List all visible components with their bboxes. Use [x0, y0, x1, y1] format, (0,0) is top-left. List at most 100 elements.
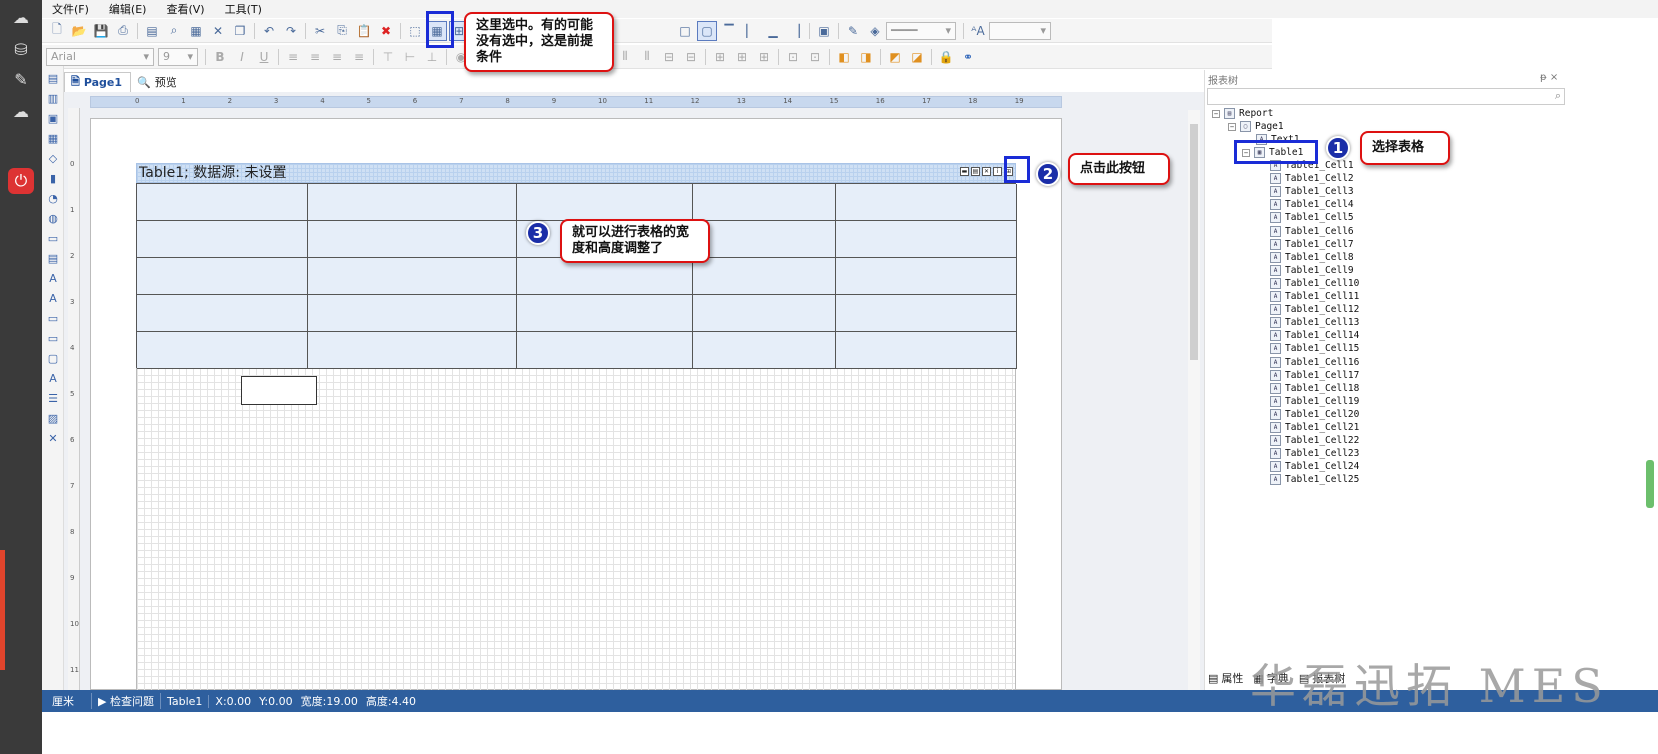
tree-node-report[interactable]: − ▤ Report	[1212, 107, 1273, 120]
cut-icon[interactable]: ✂	[311, 22, 329, 40]
tree-node-cell[interactable]: A Table1_Cell2	[1270, 172, 1354, 185]
undo-icon[interactable]: ↶	[260, 22, 278, 40]
table-cell[interactable]	[517, 184, 693, 221]
distribute-icon[interactable]: ⊟	[660, 48, 678, 66]
table-cell[interactable]	[308, 221, 517, 258]
tree-search-input[interactable]: ⌕	[1207, 88, 1565, 105]
table-cell[interactable]	[836, 258, 1017, 295]
border-top-icon[interactable]: ▔	[720, 22, 738, 40]
bold-icon[interactable]: B	[211, 48, 229, 66]
border-none-icon[interactable]: □	[676, 22, 694, 40]
valign-middle-icon[interactable]: ⊢	[401, 48, 419, 66]
table-cell[interactable]	[836, 332, 1017, 369]
tree-node-cell[interactable]: A Table1_Cell18	[1270, 382, 1359, 395]
open-folder-icon[interactable]: 📂	[70, 22, 88, 40]
table-info-icon[interactable]: i	[993, 167, 1002, 176]
tree-node-cell[interactable]: A Table1_Cell5	[1270, 211, 1354, 224]
tree-node-cell[interactable]: A Table1_Cell11	[1270, 290, 1359, 303]
table-cell[interactable]	[137, 221, 308, 258]
shape-icon[interactable]: ◇	[45, 150, 61, 166]
tree-node-cell[interactable]: A Table1_Cell22	[1270, 434, 1359, 447]
table-cell[interactable]	[308, 184, 517, 221]
cloud-gray-icon[interactable]: ☁	[8, 98, 34, 124]
border-bottom-icon[interactable]: ▁	[764, 22, 782, 40]
underline-icon[interactable]: U	[255, 48, 273, 66]
tree-node-cell[interactable]: A Table1_Cell9	[1270, 264, 1354, 277]
text-icon[interactable]: ▭	[45, 230, 61, 246]
band-icon[interactable]: ▤	[45, 70, 61, 86]
style-combo[interactable]: ▾	[989, 21, 1051, 40]
calendar-icon[interactable]: ▦	[187, 22, 205, 40]
justify-icon[interactable]: ≡	[350, 48, 368, 66]
text-a-icon[interactable]: A	[45, 270, 61, 286]
map-icon[interactable]: ◍	[45, 210, 61, 226]
paste-icon[interactable]: 📋	[355, 22, 373, 40]
send-back-icon[interactable]: ◨	[857, 48, 875, 66]
power-icon[interactable]: ⏻	[8, 168, 34, 194]
fill-color-icon[interactable]: ◈	[866, 22, 884, 40]
print-preview-icon[interactable]: ⎙	[114, 22, 132, 40]
table-cell[interactable]	[693, 295, 836, 332]
same-width-icon[interactable]: ⊞	[711, 48, 729, 66]
table-header-bar[interactable]: Table1; 数据源: 未设置 ▬ ▤ ✕ i ⊞	[136, 163, 1016, 183]
scrollbar-thumb[interactable]	[1190, 124, 1198, 360]
subreport-icon[interactable]: ▢	[45, 350, 61, 366]
lock-icon[interactable]: 🔒	[937, 48, 955, 66]
select-icon[interactable]: ⬚	[406, 22, 424, 40]
align-center-obj-icon[interactable]: ⫴	[616, 48, 634, 66]
tab-page1[interactable]: 🗎 Page1	[64, 72, 132, 92]
tree-node-cell[interactable]: A Table1_Cell6	[1270, 225, 1354, 238]
gauge-icon[interactable]: ◔	[45, 190, 61, 206]
align-center-icon[interactable]: ≡	[306, 48, 324, 66]
align-right-icon[interactable]: ≡	[328, 48, 346, 66]
label-icon[interactable]: A	[45, 370, 61, 386]
new-file-icon[interactable]: 🗋	[48, 22, 66, 40]
cloud-icon[interactable]: ☁	[8, 4, 34, 30]
font-size-icon[interactable]: ᴬA	[969, 22, 987, 40]
valign-top-icon[interactable]: ⊤	[379, 48, 397, 66]
tree-node-cell[interactable]: A Table1_Cell7	[1270, 238, 1354, 251]
menu-view[interactable]: 查看(V)	[156, 1, 214, 17]
tree-node-cell[interactable]: A Table1_Cell14	[1270, 329, 1359, 342]
tree-node-cell[interactable]: A Table1_Cell19	[1270, 395, 1359, 408]
line-color-icon[interactable]: ✎	[844, 22, 862, 40]
tree-node-cell[interactable]: A Table1_Cell21	[1270, 421, 1359, 434]
align-left-icon[interactable]: ≡	[284, 48, 302, 66]
side-scroll-indicator[interactable]	[1646, 460, 1654, 508]
font-size-select[interactable]: 9 ▾	[158, 47, 198, 66]
italic-icon[interactable]: I	[233, 48, 251, 66]
group-icon[interactable]: ◩	[886, 48, 904, 66]
font-family-select[interactable]: Arial ▾	[46, 47, 154, 66]
table-cell[interactable]	[137, 258, 308, 295]
vertical-scrollbar[interactable]	[1188, 110, 1200, 690]
tree-node-page[interactable]: − ▢ Page1	[1228, 120, 1284, 133]
menu-edit[interactable]: 编辑(E)	[99, 1, 157, 17]
tree-node-cell[interactable]: A Table1_Cell24	[1270, 460, 1359, 473]
tab-properties[interactable]: ▤ 属性	[1208, 670, 1243, 686]
tree-node-cell[interactable]: A Table1_Cell12	[1270, 303, 1359, 316]
border-left-icon[interactable]: ▏	[742, 22, 760, 40]
new-page-icon[interactable]: ▤	[143, 22, 161, 40]
copy-page-icon[interactable]: ❐	[231, 22, 249, 40]
find-icon[interactable]: ⌕	[165, 22, 183, 40]
shadow-icon[interactable]: ▣	[815, 22, 833, 40]
table-cell[interactable]	[693, 258, 836, 295]
border-right-icon[interactable]: ▕	[786, 22, 804, 40]
collapse-icon[interactable]: −	[1212, 109, 1220, 118]
distribute-v-icon[interactable]: ⊟	[682, 48, 700, 66]
tree-node-cell[interactable]: A Table1_Cell23	[1270, 447, 1359, 460]
status-check[interactable]: ▶ 检查问题	[92, 693, 161, 709]
bring-front-icon[interactable]: ◧	[835, 48, 853, 66]
table-cell[interactable]	[517, 258, 693, 295]
table-tool-icon[interactable]: ▦	[45, 130, 61, 146]
collapse-icon[interactable]: −	[1228, 122, 1236, 131]
table-columns-icon[interactable]: ▤	[971, 167, 980, 176]
pen-icon[interactable]: ✎	[8, 66, 34, 92]
tree-node-cell[interactable]: A Table1_Cell13	[1270, 316, 1359, 329]
delete-page-icon[interactable]: ✕	[209, 22, 227, 40]
panel-icon[interactable]: ▭	[45, 310, 61, 326]
redo-icon[interactable]: ↷	[282, 22, 300, 40]
image-icon[interactable]: ▨	[45, 410, 61, 426]
tools-icon[interactable]: ✕	[45, 430, 61, 446]
menu-tools[interactable]: 工具(T)	[215, 1, 272, 17]
